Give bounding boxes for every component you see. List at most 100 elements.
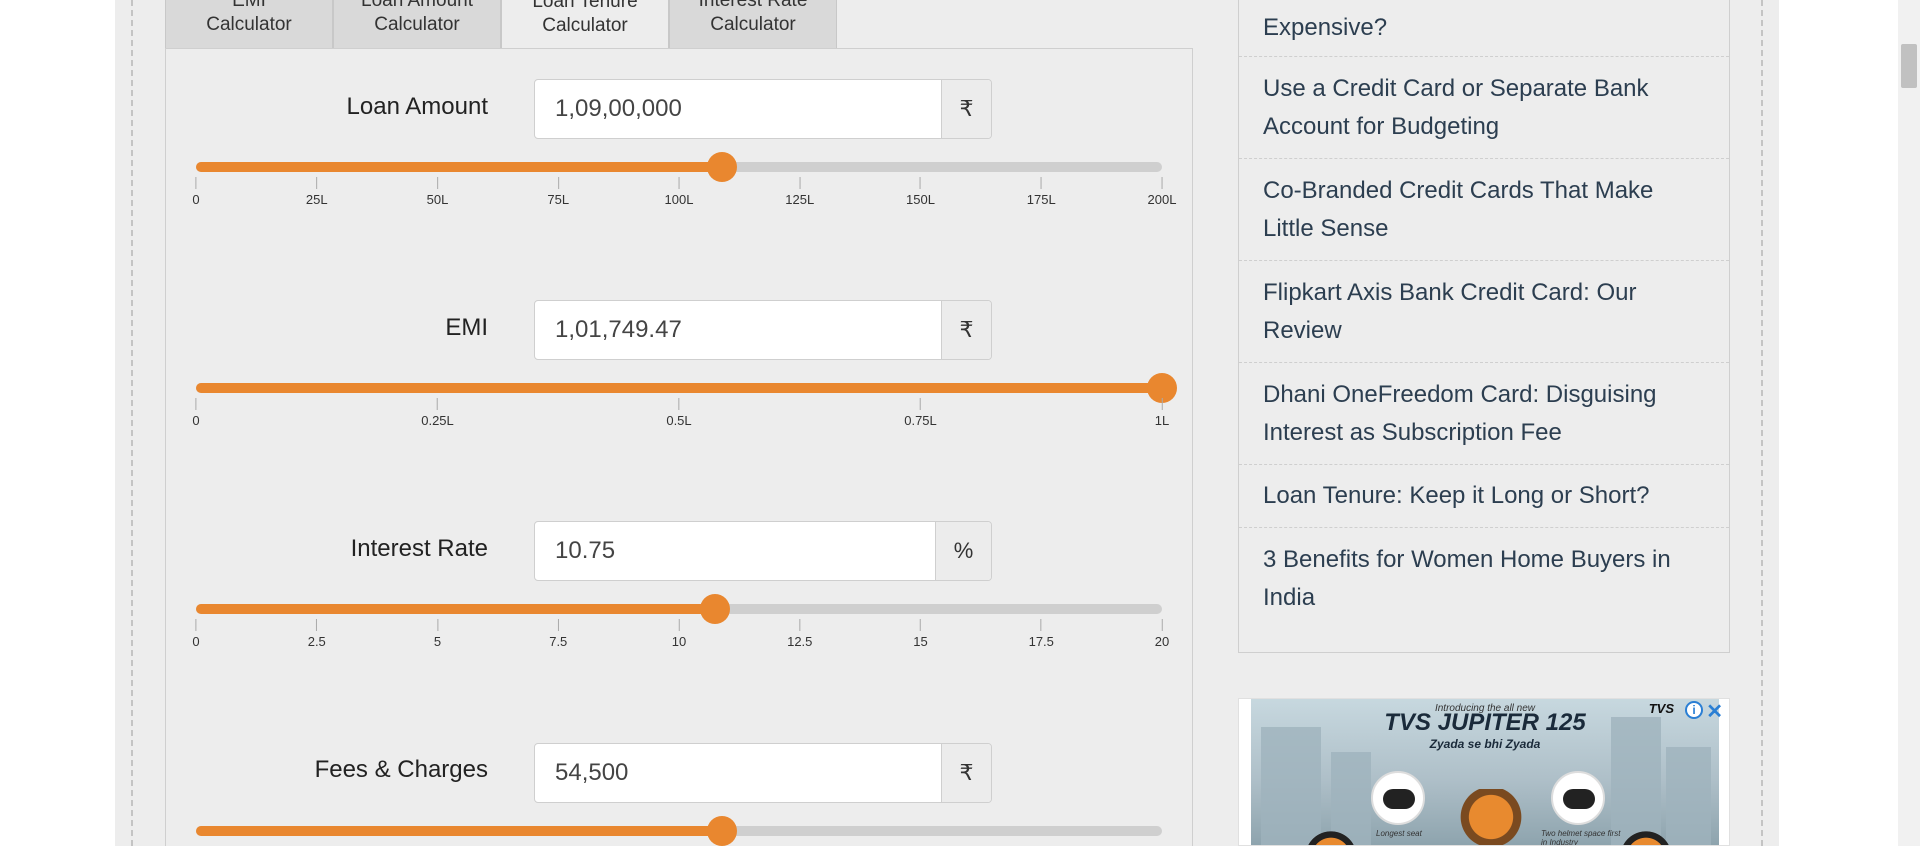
tick-label: 25L: [305, 192, 328, 207]
tick-mark: [678, 177, 680, 189]
percent-icon: %: [935, 522, 991, 580]
ad-helmet-image: [1551, 771, 1605, 825]
tick-label: 7.5: [549, 634, 568, 649]
tab-label-line2: Calculator: [206, 14, 292, 35]
tick-label: 150L: [906, 192, 935, 207]
rupee-icon: ₹: [941, 80, 991, 138]
rupee-icon: ₹: [941, 301, 991, 359]
tick-label: 100L: [664, 192, 694, 207]
tick-label: 1L: [1154, 413, 1170, 428]
slider-fill: [196, 383, 1162, 393]
slider-fill: [196, 604, 716, 614]
fees-label: Fees & Charges: [314, 756, 488, 783]
article-link[interactable]: 3 Benefits for Women Home Buyers in Indi…: [1239, 528, 1729, 630]
tab-loan-tenure-calculator[interactable]: Loan Tenure Calculator: [501, 0, 669, 50]
emi-input[interactable]: 1,01,749.47: [535, 301, 941, 359]
tick-label: 0: [192, 413, 200, 428]
loan-amount-input-group: 1,09,00,000 ₹: [534, 79, 992, 139]
advertisement[interactable]: Introducing the all new TVS JUPITER 125 …: [1238, 698, 1730, 846]
loan-amount-input[interactable]: 1,09,00,000: [535, 80, 941, 138]
article-link[interactable]: Co-Branded Credit Cards That Make Little…: [1239, 159, 1729, 261]
fees-input-group: 54,500 ₹: [534, 743, 992, 803]
interest-rate-input-group: 10.75 %: [534, 521, 992, 581]
tick-mark: [919, 177, 921, 189]
rupee-icon: ₹: [941, 744, 991, 802]
loan-amount-scale: 0 25L 50L 75L 100L 125L 150L 175L 200L: [192, 177, 1176, 207]
emi-input-group: 1,01,749.47 ₹: [534, 300, 992, 360]
tab-label-line1: Interest Rate: [698, 0, 808, 11]
article-link[interactable]: Dhani OneFreedom Card: Disguising Intere…: [1239, 363, 1729, 465]
tick-label: 17.5: [1028, 634, 1054, 649]
tick-label: 200L: [1147, 192, 1177, 207]
tick-mark: [316, 619, 318, 631]
tab-emi-calculator[interactable]: EMI Calculator: [165, 0, 333, 49]
scale-tick: 7.5: [549, 619, 567, 649]
ad-info-icon[interactable]: i: [1685, 701, 1703, 719]
article-link[interactable]: Use a Credit Card or Separate Bank Accou…: [1239, 57, 1729, 159]
scale-tick: 0: [192, 398, 200, 428]
loan-amount-slider[interactable]: [196, 152, 1162, 182]
page-scrollbar[interactable]: [1898, 0, 1920, 846]
tick-mark: [1040, 177, 1042, 189]
tick-mark: [799, 177, 801, 189]
tick-mark: [678, 619, 680, 631]
ad-building: [1666, 747, 1711, 845]
article-link[interactable]: Expensive?: [1239, 0, 1729, 57]
tab-loan-amount-calculator[interactable]: Loan Amount Calculator: [333, 0, 501, 49]
tick-label: 0.5L: [666, 413, 692, 428]
scrollbar-thumb[interactable]: [1901, 44, 1917, 88]
article-link[interactable]: Flipkart Axis Bank Credit Card: Our Revi…: [1239, 261, 1729, 363]
tick-label: 75L: [547, 192, 570, 207]
tick-label: 5: [433, 634, 442, 649]
interest-rate-label: Interest Rate: [350, 535, 488, 562]
scale-tick: 20: [1155, 619, 1169, 649]
scale-tick: 0: [192, 177, 200, 207]
ad-caption-seat: Longest seat: [1376, 829, 1422, 838]
scale-tick: 150L: [906, 177, 935, 207]
ad-image[interactable]: Introducing the all new TVS JUPITER 125 …: [1251, 699, 1719, 846]
scale-tick: 125L: [785, 177, 814, 207]
tick-label: 175L: [1026, 192, 1056, 207]
emi-label: EMI: [445, 314, 488, 341]
emi-scale: 0 0.25L 0.5L 0.75L 1L: [192, 398, 1169, 428]
fees-slider[interactable]: [196, 816, 1162, 846]
tab-interest-rate-calculator[interactable]: Interest Rate Calculator: [669, 0, 837, 49]
tick-mark: [195, 619, 197, 631]
scale-tick: 200L: [1147, 177, 1177, 207]
scale-tick: 1L: [1155, 398, 1169, 428]
fees-input[interactable]: 54,500: [535, 744, 941, 802]
ad-tagline: Zyada se bhi Zyada: [1429, 737, 1541, 751]
tick-mark: [557, 619, 559, 631]
article-link[interactable]: Loan Tenure: Keep it Long or Short?: [1239, 465, 1729, 528]
slider-fill: [196, 162, 723, 172]
tick-mark: [316, 177, 318, 189]
tick-mark: [436, 177, 438, 189]
tick-mark: [678, 398, 680, 410]
scale-tick: 175L: [1027, 177, 1056, 207]
scale-tick: 50L: [426, 177, 449, 207]
scale-tick: 0.5L: [666, 398, 692, 428]
slider-handle[interactable]: [707, 816, 738, 846]
interest-rate-slider[interactable]: [196, 594, 1162, 624]
tab-label-line2: Calculator: [374, 14, 460, 35]
tick-mark: [1040, 619, 1042, 631]
scale-tick: 12.5: [787, 619, 812, 649]
tick-label: 125L: [785, 192, 815, 207]
tick-label: 2.5: [307, 634, 326, 649]
tick-label: 12.5: [787, 634, 813, 649]
scale-tick: 75L: [547, 177, 569, 207]
tick-label: 0: [192, 634, 200, 649]
tick-mark: [1161, 177, 1163, 189]
tick-label: 50L: [426, 192, 449, 207]
tick-mark: [195, 177, 197, 189]
tick-mark: [919, 398, 921, 410]
ad-seat-image: [1371, 771, 1425, 825]
ad-caption-helmet: Two helmet space first in Industry: [1541, 829, 1621, 846]
related-articles-list: Expensive? Use a Credit Card or Separate…: [1238, 0, 1730, 653]
scale-tick: 10: [672, 619, 686, 649]
emi-slider[interactable]: [196, 373, 1177, 403]
scale-tick: 15: [913, 619, 928, 649]
ad-close-icon[interactable]: ✕: [1706, 699, 1723, 724]
tick-label: 10: [671, 634, 687, 649]
interest-rate-input[interactable]: 10.75: [535, 522, 935, 580]
